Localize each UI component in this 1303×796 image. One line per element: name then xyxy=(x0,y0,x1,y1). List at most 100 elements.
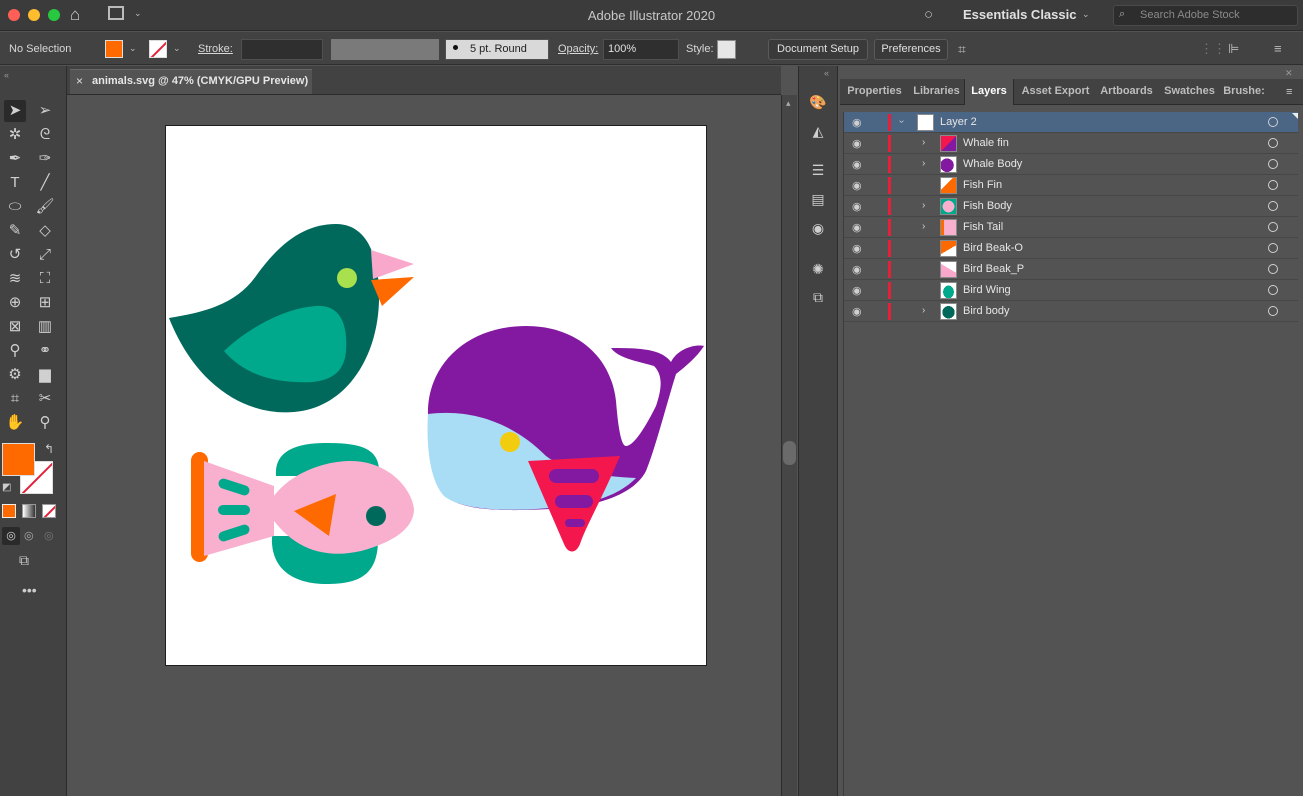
slice-tool-icon[interactable]: ✂ xyxy=(34,388,56,410)
curvature-tool-icon[interactable]: ✑ xyxy=(34,148,56,170)
free-transform-tool-icon[interactable]: ⛶ xyxy=(34,268,56,290)
magic-wand-tool-icon[interactable]: ✲ xyxy=(4,124,26,146)
fish-artwork[interactable] xyxy=(191,443,414,584)
variable-width-profile[interactable] xyxy=(331,39,439,60)
chevron-down-icon[interactable]: ⌄ xyxy=(1082,9,1090,20)
layer-row[interactable]: ◉ Bird Beak_P xyxy=(844,259,1298,280)
expand-layer-icon[interactable]: › xyxy=(922,305,925,316)
visibility-eye-icon[interactable]: ◉ xyxy=(852,137,862,150)
swap-fill-stroke-icon[interactable]: ↰ xyxy=(44,442,54,456)
tab-asset-export[interactable]: Asset Export xyxy=(1017,79,1094,105)
none-mode-icon[interactable] xyxy=(42,504,56,518)
target-circle-icon[interactable] xyxy=(1268,180,1278,190)
transparency-panel-icon[interactable]: ◉ xyxy=(808,218,828,238)
layer-name[interactable]: Bird Beak_P xyxy=(963,263,1024,275)
brush-definition[interactable]: 5 pt. Round xyxy=(445,39,549,60)
close-tab-icon[interactable]: × xyxy=(76,74,83,88)
shaper-tool-icon[interactable]: ✎ xyxy=(4,220,26,242)
tab-brushes[interactable]: Brushe: xyxy=(1222,79,1266,105)
eyedropper-tool-icon[interactable]: ⚲ xyxy=(4,340,26,362)
more-tools-icon[interactable]: ••• xyxy=(22,582,37,598)
gradient-mode-icon[interactable] xyxy=(22,504,36,518)
graphic-styles-icon[interactable]: ⧉ xyxy=(808,287,828,307)
whale-artwork[interactable] xyxy=(427,326,704,552)
chevron-down-icon[interactable]: ⌄ xyxy=(129,43,137,54)
tab-properties[interactable]: Properties xyxy=(843,79,906,105)
ellipse-tool-icon[interactable]: ⬭ xyxy=(4,196,26,218)
layer-name[interactable]: Bird Wing xyxy=(963,284,1011,296)
visibility-eye-icon[interactable]: ◉ xyxy=(852,116,862,129)
type-tool-icon[interactable]: T xyxy=(4,172,26,194)
gradient-tool-icon[interactable]: ▥ xyxy=(34,316,56,338)
direct-selection-tool-icon[interactable]: ➢ xyxy=(34,100,56,122)
layer-name[interactable]: Bird Beak-O xyxy=(963,242,1023,254)
align-options-icon[interactable]: ⊫ xyxy=(1228,41,1239,57)
scroll-up-icon[interactable]: ▴ xyxy=(786,98,791,109)
fill-swatch[interactable] xyxy=(105,40,123,58)
workspace-switcher[interactable]: Essentials Classic xyxy=(963,7,1076,22)
layer-row[interactable]: ◉ › Fish Body xyxy=(844,196,1298,217)
stroke-swatch[interactable] xyxy=(149,40,167,58)
hand-tool-icon[interactable]: ✋ xyxy=(4,412,26,434)
lightbulb-icon[interactable]: ○ xyxy=(924,6,933,23)
expand-layer-icon[interactable]: › xyxy=(922,137,925,148)
scroll-thumb[interactable] xyxy=(783,441,796,465)
visibility-eye-icon[interactable]: ◉ xyxy=(852,221,862,234)
layer-row[interactable]: ◉ › Layer 2 xyxy=(844,112,1298,133)
transform-icon[interactable]: ⌗ xyxy=(958,41,966,58)
layer-name[interactable]: Whale Body xyxy=(963,158,1022,170)
stroke-label[interactable]: Stroke: xyxy=(198,43,233,55)
tab-libraries[interactable]: Libraries xyxy=(909,79,964,105)
mesh-tool-icon[interactable]: ⊠ xyxy=(4,316,26,338)
close-panel-icon[interactable]: ✕ xyxy=(1285,68,1293,79)
layer-name[interactable]: Fish Tail xyxy=(963,221,1003,233)
target-circle-icon[interactable] xyxy=(1268,285,1278,295)
collapse-icon[interactable]: « xyxy=(4,70,9,80)
draw-behind-icon[interactable]: ◎ xyxy=(24,527,34,545)
artboard[interactable] xyxy=(165,125,707,666)
panel-menu-icon[interactable]: ≡ xyxy=(1274,41,1282,56)
layer-name[interactable]: Fish Body xyxy=(963,200,1012,212)
panel-options-icon[interactable]: ≡ xyxy=(1286,86,1292,98)
tab-layers[interactable]: Layers xyxy=(964,79,1014,105)
document-tab[interactable]: animals.svg @ 47% (CMYK/GPU Preview) xyxy=(70,69,312,94)
stock-search-input[interactable]: Search Adobe Stock xyxy=(1113,5,1298,26)
eraser-tool-icon[interactable]: ◇ xyxy=(34,220,56,242)
gradient-panel-icon[interactable]: ▤ xyxy=(808,189,828,209)
fill-front-swatch[interactable] xyxy=(2,443,35,476)
symbol-sprayer-tool-icon[interactable]: ⚙ xyxy=(4,364,26,386)
default-colors-icon[interactable]: ◩ xyxy=(2,482,11,493)
appearance-panel-icon[interactable]: ✺ xyxy=(808,259,828,279)
shape-builder-tool-icon[interactable]: ⊕ xyxy=(4,292,26,314)
chevron-down-icon[interactable]: ⌄ xyxy=(173,43,181,54)
document-setup-button[interactable]: Document Setup xyxy=(768,39,868,60)
draw-normal-icon[interactable]: ◎ xyxy=(2,527,20,545)
target-circle-icon[interactable] xyxy=(1268,138,1278,148)
pen-tool-icon[interactable]: ✒ xyxy=(4,148,26,170)
expand-layer-icon[interactable]: › xyxy=(922,221,925,232)
layer-name[interactable]: Fish Fin xyxy=(963,179,1002,191)
blend-tool-icon[interactable]: ⚭ xyxy=(34,340,56,362)
align-icon[interactable]: ⋮⋮ xyxy=(1200,41,1226,57)
visibility-eye-icon[interactable]: ◉ xyxy=(852,305,862,318)
visibility-eye-icon[interactable]: ◉ xyxy=(852,242,862,255)
scale-tool-icon[interactable]: ⤢ xyxy=(34,244,56,266)
collapse-layer-icon[interactable]: › xyxy=(896,120,907,123)
layer-name[interactable]: Layer 2 xyxy=(940,116,977,128)
selection-tool-icon[interactable]: ➤ xyxy=(4,100,26,122)
expand-layer-icon[interactable]: › xyxy=(922,200,925,211)
layer-row[interactable]: ◉ › Whale Body xyxy=(844,154,1298,175)
paintbrush-tool-icon[interactable]: 🖌 xyxy=(34,196,56,218)
screen-mode-icon[interactable]: ⧉ xyxy=(19,552,29,569)
visibility-eye-icon[interactable]: ◉ xyxy=(852,284,862,297)
layer-row[interactable]: ◉ › Fish Tail xyxy=(844,217,1298,238)
target-circle-icon[interactable] xyxy=(1268,201,1278,211)
target-circle-icon[interactable] xyxy=(1268,222,1278,232)
target-circle-icon[interactable] xyxy=(1268,306,1278,316)
zoom-tool-icon[interactable]: ⚲ xyxy=(34,412,56,434)
visibility-eye-icon[interactable]: ◉ xyxy=(852,263,862,276)
layer-row[interactable]: ◉ › Bird body xyxy=(844,301,1298,322)
layer-row[interactable]: ◉ Bird Beak-O xyxy=(844,238,1298,259)
tab-artboards[interactable]: Artboards xyxy=(1096,79,1157,105)
layer-row[interactable]: ◉ › Whale fin xyxy=(844,133,1298,154)
